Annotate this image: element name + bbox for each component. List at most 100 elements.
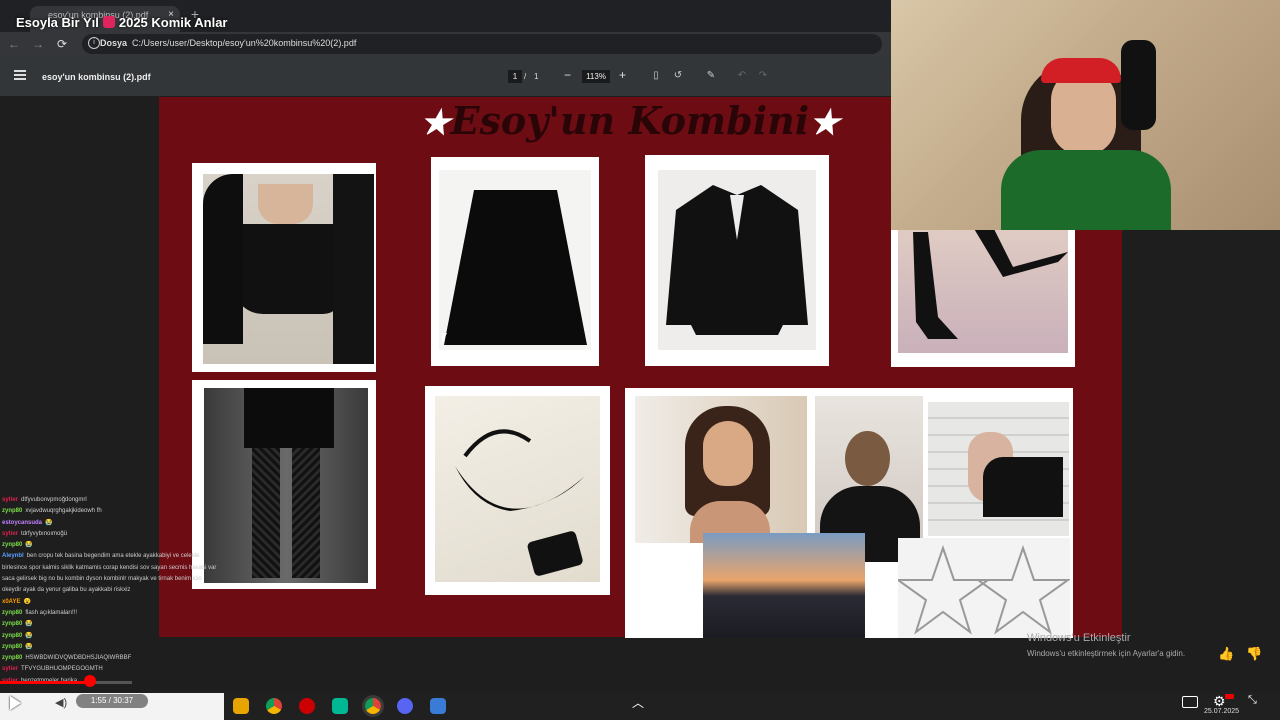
time-display: 1:55 / 30:37 [76,694,148,708]
star-icon: ★ [809,103,840,143]
back-icon[interactable]: ← [6,36,22,52]
pdf-title-text: Esoy'un Kombini [450,98,810,143]
chat-text: 😭 [25,643,33,650]
bosphorus-photo [703,533,865,638]
chat-text: HSWBDWIDVQWDBDHSJIAQIWRBBF [25,655,132,662]
thumbs-down-icon[interactable]: 👎 [1246,646,1262,662]
pdf-page-title: ★Esoy'un Kombini★ [420,98,840,143]
chat-overlay: sytier dtfyvubonvpmoğdongmrl zynp80 xvjavdw… [2,495,222,687]
chat-message: zynp80 flash açıklamaları!!! [2,608,222,619]
chat-text: 😭 [45,519,53,526]
fit-page-icon[interactable]: ▯ [650,70,662,82]
chat-username: estoycansuda [2,519,43,526]
chat-text: TFVYGUBHUOMPEGOGMTH [21,666,103,673]
chat-username: x0AYE [2,598,21,605]
captions-icon[interactable] [1182,696,1198,708]
pdf-filename: esoy'un kombinsu (2).pdf [42,72,151,82]
chat-message: zynp80 😭 [2,540,222,551]
taskbar-date: 25.07.2025 [1204,708,1240,715]
video-title-right: 2025 Komik Anlar [118,15,228,30]
page-number-input[interactable]: 1 [508,70,522,83]
chat-username: zynp80 [2,643,23,650]
undo-icon[interactable]: ↶ [736,70,748,82]
nails-photo [928,402,1069,536]
page-separator: / [524,72,527,81]
heart-icon [102,16,115,28]
mouse-cursor [442,333,450,343]
rotate-icon[interactable]: ↺ [672,70,684,82]
windows-activation-subtitle: Windows'u etkinleştirmek için Ayarlar'a … [1027,649,1186,658]
chat-username: zynp80 [2,655,23,662]
chat-message: zynp80 😭 [2,642,222,653]
chat-message: sytier TFVYGUBHUOMPEGOGMTH [2,664,222,675]
chat-message: Aleynbl ben cropu tek basina begendim ama… [2,551,222,596]
chat-text: 😮 [23,598,31,605]
chat-text: 😭 [25,632,33,639]
chat-message: zynp80 xvjavdwuqrghgakjkideowh fh [2,506,222,517]
chat-text: 😭 [25,621,33,628]
chat-message: zynp80 😭 [2,631,222,642]
star-icon: ★ [420,103,451,143]
opera-icon[interactable] [299,698,315,714]
chat-username: sytier [2,497,19,503]
chat-message: sytier tdrfyvybınoımoğü [2,529,222,540]
chat-text: ben cropu tek basina begendim ama etekle… [2,553,217,594]
redo-icon[interactable]: ↷ [757,70,769,82]
chrome-active-icon[interactable] [365,698,381,714]
fullscreen-icon[interactable]: ⤡ [1248,694,1257,707]
progress-fill [0,681,90,684]
menu-icon[interactable] [14,70,26,80]
chat-username: zynp80 [2,632,23,639]
url-text[interactable]: C:/Users/user/Desktop/esoy'un%20kombinsu… [132,38,356,48]
play-icon[interactable] [10,696,21,710]
chat-username: zynp80 [2,621,23,628]
chat-message: estoycansuda 😭 [2,518,222,529]
volume-icon[interactable]: ◀) [55,696,67,709]
crop-top-photo [192,163,376,372]
file-explorer-icon[interactable] [233,698,249,714]
chat-text: tdrfyvybınoımoğü [21,530,68,537]
blazer-photo [645,155,829,366]
chat-message: zynp80 😭 [2,619,222,630]
forward-icon[interactable]: → [30,36,46,52]
chat-message: zynp80 HSWBDWIDVQWDBDHSJIAQIWRBBF [2,653,222,664]
app-green-icon[interactable] [332,698,348,714]
hd-badge [1225,694,1234,699]
star-earrings-photo [898,538,1070,638]
beauty-collage [625,388,1073,638]
zoom-in-button[interactable]: + [619,68,626,82]
chrome-icon[interactable] [266,698,282,714]
chat-username: Aleynbl [2,553,24,560]
app-blue-icon[interactable] [430,698,446,714]
chat-username: sytier [2,666,19,673]
zoom-input[interactable]: 113% [582,70,610,83]
thumbs-up-icon[interactable]: 👍 [1218,646,1234,662]
webcam-overlay [891,0,1280,230]
makeup-photo [635,396,807,543]
video-title: Esoyla Bir Yıl 2025 Komik Anlar [16,15,227,30]
video-title-left: Esoyla Bir Yıl [16,15,99,30]
zoom-out-button[interactable]: − [564,68,571,82]
url-protocol: Dosya [100,38,128,48]
windows-activation-title: Windows'u Etkinleştir [1027,632,1131,644]
heels-photo [891,222,1075,367]
chat-username: zynp80 [2,542,23,549]
chat-username: sytier [2,530,19,537]
page-total: 1 [534,72,539,81]
chevron-up-icon[interactable]: ︿ [632,694,644,711]
chat-text: dtfyvubonvpmoğdongmrl [21,497,87,503]
discord-icon[interactable] [397,698,413,714]
chat-text: xvjavdwuqrghgakjkideowh fh [25,508,102,515]
chat-text: 😭 [25,542,33,549]
info-icon[interactable]: i [88,37,100,49]
chat-message: sytier dtfyvubonvpmoğdongmrl [2,495,222,506]
chat-username: zynp80 [2,609,23,616]
progress-handle[interactable] [84,675,96,687]
handbag-photo [425,386,610,595]
chat-message: x0AYE 😮 [2,597,222,608]
omnibox[interactable]: i Dosya C:/Users/user/Desktop/esoy'un%20… [82,34,882,54]
annotate-icon[interactable]: ✎ [705,70,717,82]
chat-username: zynp80 [2,508,23,515]
skirt-photo [431,157,599,366]
reload-icon[interactable]: ⟳ [54,36,70,52]
